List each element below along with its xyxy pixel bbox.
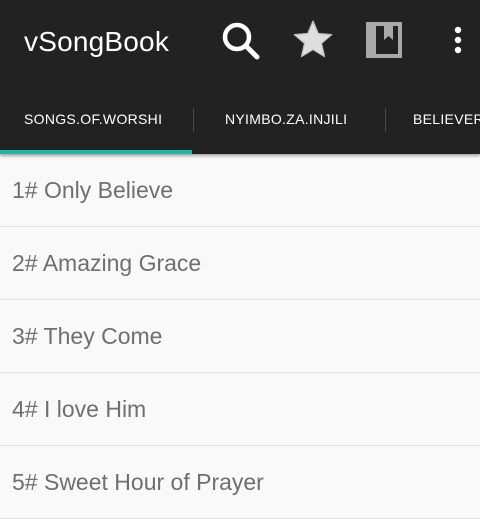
app-bar: vSongBook	[0, 0, 480, 84]
bookmark-icon	[366, 22, 402, 58]
bookmarks-button[interactable]	[360, 16, 408, 64]
song-title: 3# They Come	[12, 323, 163, 349]
song-title: 5# Sweet Hour of Prayer	[12, 469, 264, 495]
overflow-menu-button[interactable]	[434, 16, 462, 64]
list-item[interactable]: 3# They Come	[0, 300, 480, 373]
tab-bar: SONGS.OF.WORSHI NYIMBO.ZA.INJILI BELIEVE…	[0, 84, 480, 154]
song-title: 2# Amazing Grace	[12, 250, 202, 276]
more-vert-icon	[454, 26, 462, 54]
tab-nyimbo-za-injili[interactable]: NYIMBO.ZA.INJILI	[225, 84, 347, 154]
tab-believer[interactable]: BELIEVER	[413, 84, 480, 154]
song-list: 1# Only Believe 2# Amazing Grace 3# They…	[0, 154, 480, 519]
song-title: 4# I love Him	[12, 396, 147, 422]
list-item[interactable]: 4# I love Him	[0, 373, 480, 446]
app-title: vSongBook	[24, 26, 170, 57]
tab-songs-of-worship[interactable]: SONGS.OF.WORSHI	[24, 84, 162, 154]
selected-tab-indicator	[0, 150, 192, 154]
list-item[interactable]: 1# Only Believe	[0, 154, 480, 227]
star-icon	[293, 20, 333, 58]
search-button[interactable]	[216, 16, 264, 64]
tab-divider	[193, 108, 194, 132]
list-item[interactable]: 5# Sweet Hour of Prayer	[0, 446, 480, 519]
search-icon	[222, 22, 260, 60]
favorites-button[interactable]	[289, 16, 337, 64]
tab-divider	[385, 108, 386, 132]
song-title: 1# Only Believe	[12, 177, 174, 203]
list-item[interactable]: 2# Amazing Grace	[0, 227, 480, 300]
